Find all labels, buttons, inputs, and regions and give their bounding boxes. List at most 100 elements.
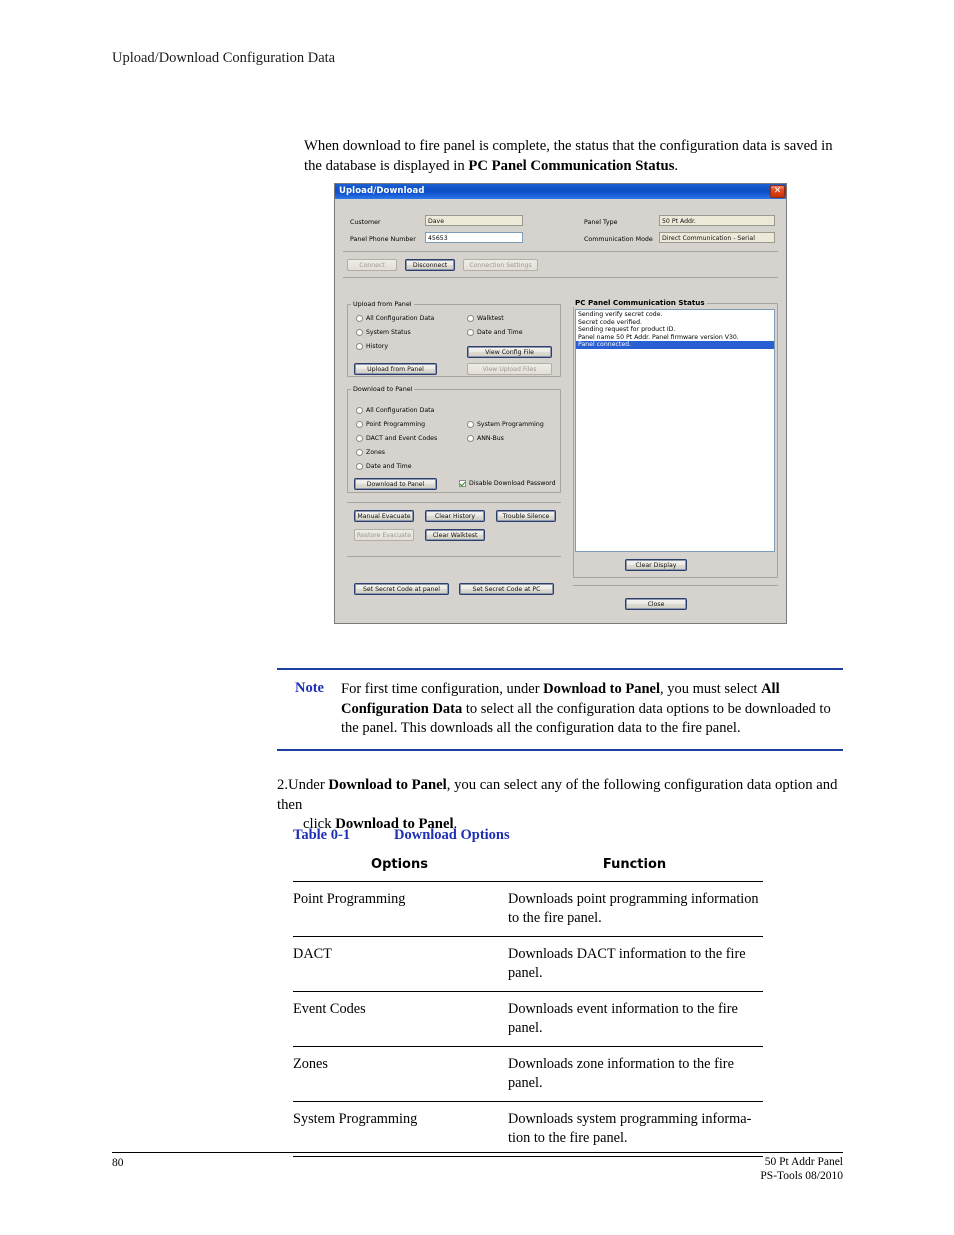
- panel-phone-input[interactable]: 45653: [425, 232, 523, 243]
- radio-download-all-configuration-data[interactable]: All Configuration Data: [356, 407, 434, 414]
- view-upload-files-button[interactable]: View Upload Files: [467, 363, 552, 375]
- table-cell-option: Zones: [293, 1046, 506, 1102]
- footer-product: 50 Pt Addr Panel: [764, 1156, 843, 1168]
- document-page: Upload/Download Configuration Data When …: [0, 0, 954, 1235]
- step-2-line1: 2.Under Download to Panel, you can selec…: [277, 776, 843, 815]
- radio-dot-icon: [356, 463, 363, 470]
- table-row: DACT Downloads DACT information to the f…: [293, 936, 763, 992]
- radio-label: All Configuration Data: [366, 407, 435, 414]
- clear-walktest-button[interactable]: Clear Walktest: [425, 529, 485, 541]
- radio-dot-icon: [356, 435, 363, 442]
- view-config-file-button[interactable]: View Config File: [467, 346, 552, 358]
- log-line: Panel name 50 Pt Addr. Panel firmware ve…: [578, 333, 739, 341]
- radio-upload-all-configuration-data[interactable]: All Configuration Data: [356, 315, 434, 322]
- radio-dot-icon: [356, 449, 363, 456]
- radio-download-point-programming[interactable]: Point Programming: [356, 421, 425, 428]
- panel-phone-label: Panel Phone Number: [350, 236, 416, 243]
- intro-text-after: .: [674, 158, 679, 174]
- disconnect-button[interactable]: Disconnect: [405, 259, 455, 271]
- table-caption-number: Table 0-1: [293, 827, 351, 843]
- note-text: For first time configuration, under Down…: [341, 680, 843, 739]
- dialog-title: Upload/Download: [339, 186, 425, 196]
- restore-evacuate-button[interactable]: Restore Evacuate: [354, 529, 414, 541]
- radio-dot-icon: [467, 329, 474, 336]
- table-row: System Programming Downloads system prog…: [293, 1101, 763, 1157]
- panel-type-label: Panel Type: [584, 219, 618, 226]
- radio-dot-icon: [356, 315, 363, 322]
- radio-download-dact-and-event-codes[interactable]: DACT and Event Codes: [356, 435, 437, 442]
- radio-dot-icon: [356, 329, 363, 336]
- checkbox-label: Disable Download Password: [469, 480, 556, 487]
- radio-upload-date-and-time[interactable]: Date and Time: [467, 329, 523, 336]
- radio-label: System Programming: [477, 421, 544, 428]
- dialog-body: Customer Dave Panel Phone Number 45653 P…: [335, 199, 786, 625]
- radio-dot-icon: [467, 421, 474, 428]
- table-header-options: Options: [371, 857, 428, 872]
- table-cell-function: Downloads DACT information to the fire p…: [506, 936, 763, 992]
- radio-upload-system-status[interactable]: System Status: [356, 329, 411, 336]
- close-icon[interactable]: ✕: [770, 185, 785, 198]
- upload-download-dialog: Upload/Download ✕ Customer Dave Panel Ph…: [334, 183, 787, 624]
- upload-from-panel-button[interactable]: Upload from Panel: [354, 363, 437, 375]
- log-line: Sending request for product ID.: [578, 326, 676, 334]
- trouble-silence-button[interactable]: Trouble Silence: [496, 510, 556, 522]
- download-group-title: Download to Panel: [351, 385, 415, 393]
- radio-download-ann-bus[interactable]: ANN-Bus: [467, 435, 504, 442]
- radio-label: System Status: [366, 329, 411, 336]
- status-group-title: PC Panel Communication Status: [573, 298, 707, 307]
- intro-text-bold: PC Panel Communication Status: [468, 158, 675, 174]
- communication-mode-field: Direct Communication - Serial: [659, 232, 775, 243]
- connection-settings-button[interactable]: Connection Settings: [463, 259, 538, 271]
- radio-label: Point Programming: [366, 421, 426, 428]
- radio-download-zones[interactable]: Zones: [356, 449, 385, 456]
- download-to-panel-button[interactable]: Download to Panel: [354, 478, 437, 490]
- intro-paragraph: When download to fire panel is complete,…: [304, 136, 849, 176]
- table-row: Zones Downloads zone information to the …: [293, 1046, 763, 1102]
- clear-display-button[interactable]: Clear Display: [625, 559, 687, 571]
- set-secret-code-at-pc-button[interactable]: Set Secret Code at PC: [459, 583, 554, 595]
- checkbox-check-icon: [459, 480, 466, 487]
- download-options-table: Options Function Point Programming Downl…: [293, 855, 763, 1157]
- note-text-b1: Download to Panel: [543, 681, 660, 697]
- manual-evacuate-button[interactable]: Manual Evacuate: [354, 510, 414, 522]
- table-row: Point Programming Downloads point progra…: [293, 881, 763, 937]
- table-cell-function: Downloads point programming information …: [506, 881, 763, 937]
- status-log-box[interactable]: Sending verify secret code. Secret code …: [575, 309, 775, 552]
- page-number: 80: [112, 1157, 124, 1169]
- disable-download-password-checkbox[interactable]: Disable Download Password: [459, 480, 556, 487]
- radio-label: ANN-Bus: [477, 435, 504, 442]
- radio-label: Zones: [366, 449, 385, 456]
- radio-download-date-and-time[interactable]: Date and Time: [356, 463, 412, 470]
- radio-upload-walktest[interactable]: Walktest: [467, 315, 504, 322]
- radio-label: Date and Time: [477, 329, 523, 336]
- table-cell-function: Downloads system programming informa-tio…: [506, 1101, 763, 1157]
- radio-label: History: [366, 343, 389, 350]
- communication-mode-label: Communication Mode: [584, 236, 653, 243]
- step-2-paragraph: 2.Under Download to Panel, you can selec…: [277, 776, 843, 835]
- table-cell-function: Downloads event information to the fire …: [506, 991, 763, 1047]
- set-secret-code-at-panel-button[interactable]: Set Secret Code at panel: [354, 583, 449, 595]
- upload-group-title: Upload from Panel: [351, 300, 414, 308]
- note-block: Note For first time configuration, under…: [277, 668, 843, 751]
- dialog-titlebar: Upload/Download ✕: [335, 184, 786, 199]
- table-row: Event Codes Downloads event information …: [293, 991, 763, 1047]
- note-bottom-rule: [277, 748, 843, 751]
- radio-download-system-programming[interactable]: System Programming: [467, 421, 544, 428]
- footer-right: 50 Pt Addr Panel PS-Tools 08/2010: [760, 1155, 843, 1183]
- table-caption: Table 0-1 Download Options: [293, 827, 510, 844]
- radio-upload-history[interactable]: History: [356, 343, 388, 350]
- running-head: Upload/Download Configuration Data: [112, 50, 336, 66]
- footer-rule: [112, 1152, 843, 1153]
- close-button[interactable]: Close: [625, 598, 687, 610]
- radio-dot-icon: [467, 435, 474, 442]
- step-2-number: 2.: [277, 777, 289, 793]
- radio-label: All Configuration Data: [366, 315, 435, 322]
- radio-dot-icon: [356, 407, 363, 414]
- connect-button[interactable]: Connect: [347, 259, 397, 271]
- note-text-p2: , you must select: [659, 681, 762, 697]
- radio-dot-icon: [467, 315, 474, 322]
- customer-field: Dave: [425, 215, 523, 226]
- table-cell-option: Point Programming: [293, 881, 506, 937]
- table-cell-option: DACT: [293, 936, 506, 992]
- clear-history-button[interactable]: Clear History: [425, 510, 485, 522]
